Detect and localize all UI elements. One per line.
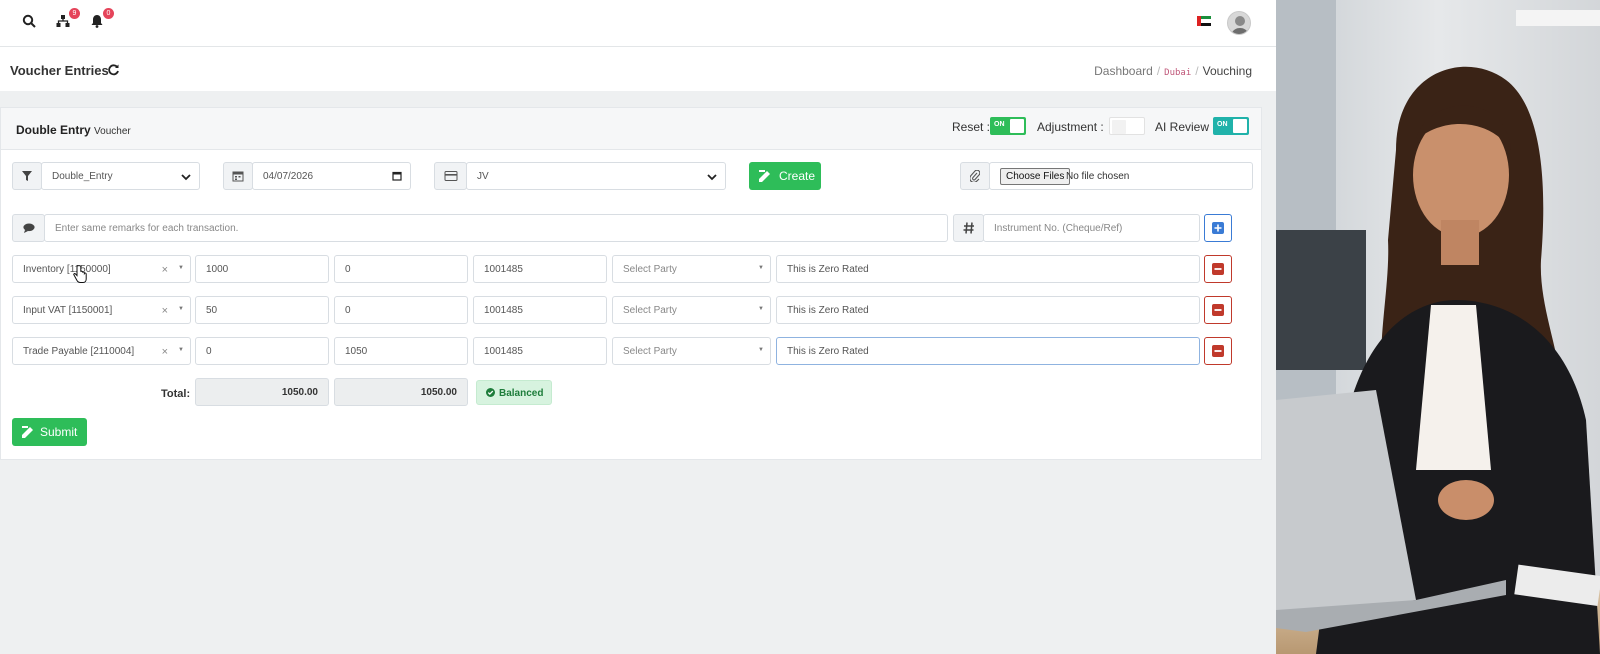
plus-icon (1212, 222, 1224, 234)
uae-flag-icon[interactable] (1197, 16, 1211, 26)
reference-input[interactable]: 1001485 (473, 255, 607, 283)
caret-down-icon: ▼ (758, 347, 764, 353)
voucher-card: Double Entry Voucher Reset : ON Adjustme… (0, 107, 1262, 460)
balanced-badge: Balanced (476, 380, 552, 405)
top-bar: 9 0 (0, 0, 1276, 47)
add-row-button[interactable] (1204, 214, 1232, 242)
party-select[interactable]: Select Party ▼ (612, 337, 771, 365)
chevron-down-icon (707, 174, 717, 181)
account-select[interactable]: Trade Payable [2110004] × ▼ (12, 337, 191, 365)
remark-input[interactable]: This is Zero Rated (776, 296, 1200, 324)
no-file-text: No file chosen (1066, 171, 1130, 182)
adjustment-toggle[interactable] (1109, 117, 1145, 135)
calendar-picker-icon (392, 171, 402, 181)
remove-row-button[interactable] (1204, 337, 1232, 365)
search-icon[interactable] (22, 14, 40, 32)
breadcrumb: Dashboard / Dubai / Vouching (1094, 64, 1252, 78)
minus-icon (1212, 304, 1224, 316)
reference-input[interactable]: 1001485 (473, 337, 607, 365)
reset-label: Reset : (952, 120, 991, 134)
page-header: Voucher Entries Dashboard / Dubai / Vouching (0, 47, 1276, 91)
credit-input[interactable]: 0 (334, 296, 468, 324)
remarks-input[interactable]: Enter same remarks for each transaction. (44, 214, 948, 242)
account-select[interactable]: Input VAT [1150001] × ▼ (12, 296, 191, 324)
debit-input[interactable]: 50 (195, 296, 329, 324)
party-select[interactable]: Select Party ▼ (612, 296, 771, 324)
debit-input[interactable]: 1000 (195, 255, 329, 283)
total-credit: 1050.00 (334, 378, 468, 406)
chevron-down-icon (181, 174, 191, 181)
page-title: Voucher Entries (10, 63, 109, 78)
caret-down-icon: ▼ (178, 265, 184, 271)
breadcrumb-dashboard[interactable]: Dashboard (1094, 64, 1153, 78)
voucher-type-select[interactable]: Double_Entry (41, 162, 200, 190)
clear-icon[interactable]: × (162, 264, 168, 276)
org-chart-icon[interactable]: 9 (56, 8, 80, 32)
caret-down-icon: ▼ (758, 306, 764, 312)
reference-input[interactable]: 1001485 (473, 296, 607, 324)
remove-row-button[interactable] (1204, 296, 1232, 324)
minus-icon (1212, 263, 1224, 275)
remark-input[interactable]: This is Zero Rated (776, 337, 1200, 365)
hash-icon (953, 214, 984, 242)
credit-input[interactable]: 1050 (334, 337, 468, 365)
app-window: 9 0 Voucher Entries Dashboard / Dubai / Vouc… (0, 0, 1276, 654)
remark-input[interactable]: This is Zero Rated (776, 255, 1200, 283)
comment-icon (12, 214, 45, 242)
submit-button[interactable]: Submit (12, 418, 87, 446)
edit-icon (22, 426, 33, 438)
avatar[interactable] (1227, 11, 1251, 35)
breadcrumb-location[interactable]: Dubai (1164, 68, 1191, 78)
card-icon (434, 162, 467, 190)
ai-review-label: AI Review : (1155, 120, 1216, 134)
create-button[interactable]: Create (749, 162, 821, 190)
choose-files-button[interactable]: Choose Files (1000, 168, 1071, 185)
card-header: Double Entry Voucher Reset : ON Adjustme… (1, 108, 1261, 150)
bell-icon[interactable]: 0 (90, 8, 114, 32)
org-badge: 9 (69, 8, 80, 19)
paperclip-icon (960, 162, 990, 190)
hand-cursor-icon (73, 265, 87, 283)
file-input[interactable]: Choose Files No file chosen (989, 162, 1253, 190)
breadcrumb-current: Vouching (1202, 64, 1252, 78)
calendar-icon (223, 162, 253, 190)
ai-review-toggle[interactable]: ON (1213, 117, 1249, 135)
adjustment-label: Adjustment : (1037, 120, 1104, 134)
minus-icon (1212, 345, 1224, 357)
date-input[interactable]: 04/07/2026 (252, 162, 411, 190)
remove-row-button[interactable] (1204, 255, 1232, 283)
check-circle-icon (486, 388, 495, 397)
clear-icon[interactable]: × (162, 305, 168, 317)
notify-badge: 0 (103, 8, 114, 19)
total-debit: 1050.00 (195, 378, 329, 406)
journal-select[interactable]: JV (466, 162, 726, 190)
card-title: Double Entry Voucher (16, 123, 131, 137)
caret-down-icon: ▼ (758, 265, 764, 271)
filter-icon (12, 162, 42, 190)
edit-icon (759, 170, 770, 182)
refresh-icon[interactable] (107, 63, 120, 76)
caret-down-icon: ▼ (178, 347, 184, 353)
clear-icon[interactable]: × (162, 346, 168, 358)
total-label: Total: (161, 388, 191, 400)
presenter-photo (1276, 0, 1600, 654)
party-select[interactable]: Select Party ▼ (612, 255, 771, 283)
debit-input[interactable]: 0 (195, 337, 329, 365)
instrument-input[interactable]: Instrument No. (Cheque/Ref) (983, 214, 1200, 242)
caret-down-icon: ▼ (178, 306, 184, 312)
account-select[interactable]: Inventory [1150000] × ▼ (12, 255, 191, 283)
reset-toggle[interactable]: ON (990, 117, 1026, 135)
credit-input[interactable]: 0 (334, 255, 468, 283)
